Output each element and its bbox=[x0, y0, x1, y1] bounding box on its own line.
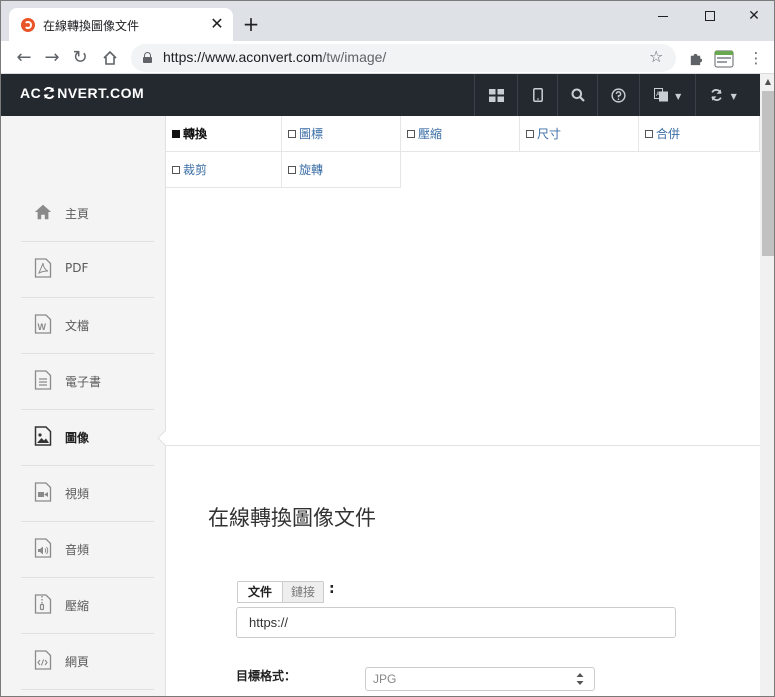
help-icon[interactable] bbox=[597, 74, 639, 116]
sidebar-item-label: 視頻 bbox=[65, 487, 90, 501]
sidebar-item-label: 主頁 bbox=[65, 207, 90, 221]
tool-resize[interactable]: 尺寸 bbox=[520, 116, 639, 152]
tab-link[interactable]: 鏈接 bbox=[282, 581, 324, 603]
page-title: 在線轉換圖像文件 bbox=[208, 506, 376, 530]
category-sidebar: 主頁 PDF W 文檔 電子書 圖像 視頻 音頻 壓縮 網頁 bbox=[1, 116, 166, 696]
sidebar-item-label: PDF bbox=[65, 261, 89, 275]
sidebar-item-webpages[interactable]: 網頁 bbox=[21, 634, 154, 690]
checkbox-icon bbox=[526, 130, 534, 138]
sidebar-item-label: 音頻 bbox=[65, 543, 90, 557]
checkbox-icon bbox=[407, 130, 415, 138]
tab-title: 在線轉換圖像文件 bbox=[43, 19, 140, 33]
aconvert-favicon-icon bbox=[21, 18, 35, 32]
sidebar-item-video[interactable]: 視頻 bbox=[21, 466, 154, 522]
sidebar-item-images[interactable]: 圖像 bbox=[21, 410, 154, 466]
tool-convert[interactable]: 轉換 bbox=[166, 116, 282, 152]
code-file-icon bbox=[34, 650, 52, 670]
search-icon[interactable] bbox=[557, 74, 597, 116]
checkbox-icon bbox=[288, 166, 296, 174]
scroll-thumb[interactable] bbox=[762, 91, 774, 256]
url-input[interactable]: https:// bbox=[236, 607, 676, 638]
ebook-file-icon bbox=[34, 370, 52, 390]
tab-file[interactable]: 文件 bbox=[237, 581, 282, 603]
home-button[interactable] bbox=[97, 45, 123, 71]
new-tab-button[interactable]: + bbox=[239, 12, 263, 36]
url-text: https://www.aconvert.com/tw/image/ bbox=[163, 49, 387, 65]
mobile-device-icon[interactable] bbox=[517, 74, 557, 116]
sidebar-item-audio[interactable]: 音頻 bbox=[21, 522, 154, 578]
checkbox-icon bbox=[172, 166, 180, 174]
extensions-puzzle-icon[interactable] bbox=[684, 47, 706, 69]
sidebar-item-archives[interactable]: 壓縮 bbox=[21, 578, 154, 634]
main-content: 轉換 圖標 壓縮 尺寸 合併 裁剪 旋轉 在線轉換圖像文件 文件 鏈接 : ht… bbox=[166, 116, 760, 696]
sidebar-item-label: 壓縮 bbox=[65, 599, 90, 613]
sidebar-item-pdf[interactable]: PDF bbox=[21, 242, 154, 298]
checkbox-icon bbox=[172, 130, 180, 138]
sidebar-item-label: 圖像 bbox=[65, 431, 90, 445]
sidebar-item-documents[interactable]: W 文檔 bbox=[21, 298, 154, 354]
pdf-file-icon bbox=[34, 258, 52, 278]
lock-icon[interactable] bbox=[143, 52, 152, 63]
forward-button[interactable]: → bbox=[39, 45, 65, 71]
home-icon bbox=[34, 204, 52, 220]
sidebar-item-home[interactable]: 主頁 bbox=[21, 186, 154, 242]
checkbox-icon bbox=[645, 130, 653, 138]
address-bar[interactable]: https://www.aconvert.com/tw/image/ ☆ bbox=[131, 44, 676, 72]
conversion-menu-icon[interactable]: ▼ bbox=[695, 74, 750, 116]
tool-compress[interactable]: 壓縮 bbox=[401, 116, 520, 152]
minimize-button[interactable] bbox=[640, 1, 686, 31]
image-file-icon bbox=[34, 426, 52, 446]
browser-toolbar: ← → ↻ https://www.aconvert.com/tw/image/… bbox=[1, 41, 774, 74]
source-colon: : bbox=[329, 581, 335, 597]
bookmark-star-icon[interactable]: ☆ bbox=[649, 47, 663, 66]
logo-refresh-icon bbox=[43, 86, 55, 100]
browser-menu-icon[interactable]: ⋮ bbox=[745, 47, 767, 69]
audio-file-icon bbox=[34, 538, 52, 558]
close-window-button[interactable]: ✕ bbox=[731, 1, 774, 31]
tool-crop[interactable]: 裁剪 bbox=[166, 152, 282, 188]
reload-button[interactable]: ↻ bbox=[67, 45, 93, 71]
profile-avatar-icon[interactable] bbox=[713, 47, 735, 69]
checkbox-icon bbox=[288, 130, 296, 138]
apps-grid-icon[interactable] bbox=[474, 74, 517, 116]
tool-merge[interactable]: 合併 bbox=[639, 116, 760, 152]
maximize-button[interactable] bbox=[687, 1, 733, 31]
site-logo[interactable]: AC NVERT.COM bbox=[20, 85, 144, 101]
sidebar-item-label: 網頁 bbox=[65, 655, 90, 669]
select-arrows-icon bbox=[576, 673, 584, 685]
sidebar-item-label: 文檔 bbox=[65, 319, 90, 333]
tab-strip: 在線轉換圖像文件 ✕ + ✕ bbox=[1, 1, 774, 41]
tool-icon[interactable]: 圖標 bbox=[282, 116, 401, 152]
browser-tab[interactable]: 在線轉換圖像文件 ✕ bbox=[9, 8, 233, 41]
page-scrollbar[interactable]: ▲ bbox=[760, 74, 774, 696]
svg-text:W: W bbox=[38, 322, 47, 332]
blank-ad-area bbox=[166, 189, 760, 446]
video-file-icon bbox=[34, 482, 52, 502]
back-button[interactable]: ← bbox=[11, 45, 37, 71]
browser-window: 在線轉換圖像文件 ✕ + ✕ ← → ↻ https://www.aconver… bbox=[0, 0, 775, 697]
target-format-label: 目標格式： bbox=[236, 669, 297, 683]
language-menu-icon[interactable]: A ▼ bbox=[639, 74, 695, 116]
scroll-up-arrow-icon[interactable]: ▲ bbox=[760, 74, 774, 90]
sidebar-item-label: 電子書 bbox=[65, 375, 102, 389]
archive-file-icon bbox=[34, 594, 52, 614]
close-tab-icon[interactable]: ✕ bbox=[207, 14, 227, 34]
sidebar-item-ebooks[interactable]: 電子書 bbox=[21, 354, 154, 410]
site-navbar: AC NVERT.COM A ▼ ▼ bbox=[1, 74, 774, 116]
target-format-select[interactable]: JPG bbox=[365, 667, 595, 691]
tool-rotate[interactable]: 旋轉 bbox=[282, 152, 401, 188]
word-file-icon: W bbox=[34, 314, 52, 334]
